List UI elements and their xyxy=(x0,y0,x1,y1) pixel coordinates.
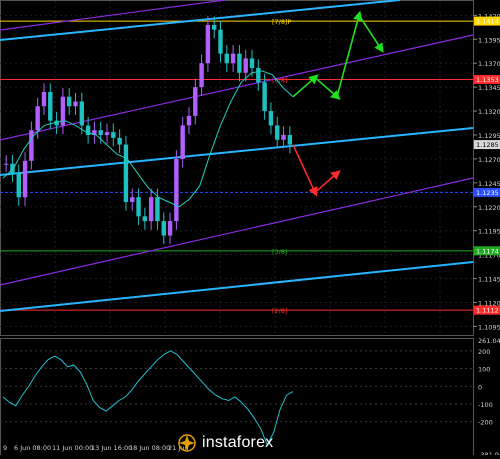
cci-tick-label: 261.041 xyxy=(478,337,500,345)
candle-body xyxy=(230,53,236,64)
x-tick-label: 11 Jun 00:00 xyxy=(52,444,93,452)
candle-body xyxy=(104,132,110,135)
candle-body xyxy=(211,24,217,30)
price-chart[interactable]: [7/8]P[6/8][3/8][2/8] 1.10951.11201.1145… xyxy=(0,0,500,459)
y-tick-label: 1.1245 xyxy=(478,180,500,188)
cci-tick-label: 100 xyxy=(478,366,490,374)
candle-body xyxy=(287,135,293,145)
y-tick-label: 1.1145 xyxy=(478,276,500,284)
y-tick-label: 1.1220 xyxy=(478,204,500,212)
candle-body xyxy=(117,137,122,145)
candle-body xyxy=(41,91,47,107)
cci-tick-label: -381.947 xyxy=(478,451,500,455)
candle-body xyxy=(73,101,78,107)
candle-body xyxy=(249,58,255,68)
candle-body xyxy=(180,125,185,159)
y-tick-label: 1.1195 xyxy=(478,228,500,236)
murray-level-label: [2/8] xyxy=(272,307,288,315)
cci-tick-label: -100 xyxy=(478,401,493,409)
candle-body xyxy=(123,144,129,202)
cci-tick-label: -200 xyxy=(478,419,493,427)
candle-body xyxy=(262,82,267,112)
logo-icon xyxy=(178,434,196,452)
candle-body xyxy=(275,125,280,140)
candle-body xyxy=(199,63,204,88)
candle-body xyxy=(142,216,148,222)
y-tick-label: 1.1095 xyxy=(478,323,500,331)
x-tick-label: 18 Jun 08:00 xyxy=(129,444,170,452)
candle-body xyxy=(130,197,135,202)
murray-level-label: [7/8]P xyxy=(272,18,292,26)
y-tick-label: 1.1270 xyxy=(478,156,500,164)
y-tick-label: 1.1395 xyxy=(478,36,500,44)
y-tick-label: 1.1345 xyxy=(478,84,500,92)
instaforex-logo: instaforex xyxy=(178,432,328,454)
candle-body xyxy=(268,111,274,126)
candle-body xyxy=(155,197,160,222)
x-tick-label: 6 Jun 08:00 xyxy=(14,444,51,452)
y-tick-label: 1.1370 xyxy=(478,60,500,68)
candle-body xyxy=(174,158,179,222)
bid-price-label: 1.1285 xyxy=(476,141,499,149)
candle-body xyxy=(237,53,242,73)
candle-body xyxy=(256,68,261,83)
y-tick-label: 1.1295 xyxy=(478,132,500,140)
candle-body xyxy=(98,130,103,135)
level-price-label: 1.1414 xyxy=(476,18,499,26)
level-price-label: 1.1235 xyxy=(476,189,499,197)
candle-body xyxy=(10,163,15,174)
chart-window: [7/8]P [6/8] [3/8] [2/8] 1.1095 1.1120 1.1145… xyxy=(0,0,500,459)
candle-body xyxy=(193,87,198,116)
candle-body xyxy=(224,53,230,64)
candle-body xyxy=(281,135,286,140)
candle-body xyxy=(111,132,116,138)
candle-body xyxy=(161,221,166,236)
y-tick-label: 1.1320 xyxy=(478,108,500,116)
cci-tick-label: 200 xyxy=(478,348,490,356)
candle-body xyxy=(29,130,34,161)
candle-body xyxy=(48,91,53,121)
candle-body xyxy=(205,24,211,64)
candle-body xyxy=(136,197,141,217)
level-price-label: 1.1112 xyxy=(476,307,499,315)
candle-body xyxy=(35,106,40,131)
level-price-label: 1.1174 xyxy=(476,247,499,255)
candle-body xyxy=(148,197,154,222)
candle-body xyxy=(167,221,173,236)
candle-body xyxy=(79,101,85,126)
logo-text: instaforex xyxy=(202,434,274,451)
x-tick-label: 9 xyxy=(3,444,7,452)
candle-body xyxy=(66,96,72,107)
candle-body xyxy=(243,58,248,73)
candle-body xyxy=(186,115,192,126)
level-price-label: 1.1353 xyxy=(476,76,499,84)
candle-body xyxy=(16,173,21,198)
candle-body xyxy=(218,29,223,54)
x-tick-label: 13 Jun 16:00 xyxy=(91,444,132,452)
candle-body xyxy=(22,160,28,198)
time-axis: 9 6 Jun 08:00 11 Jun 00:0013 Jun 16:0018 J… xyxy=(3,444,189,452)
candle-body xyxy=(3,163,9,165)
murray-level-label: [3/8] xyxy=(272,248,288,256)
cci-tick-label: 0 xyxy=(478,383,482,391)
